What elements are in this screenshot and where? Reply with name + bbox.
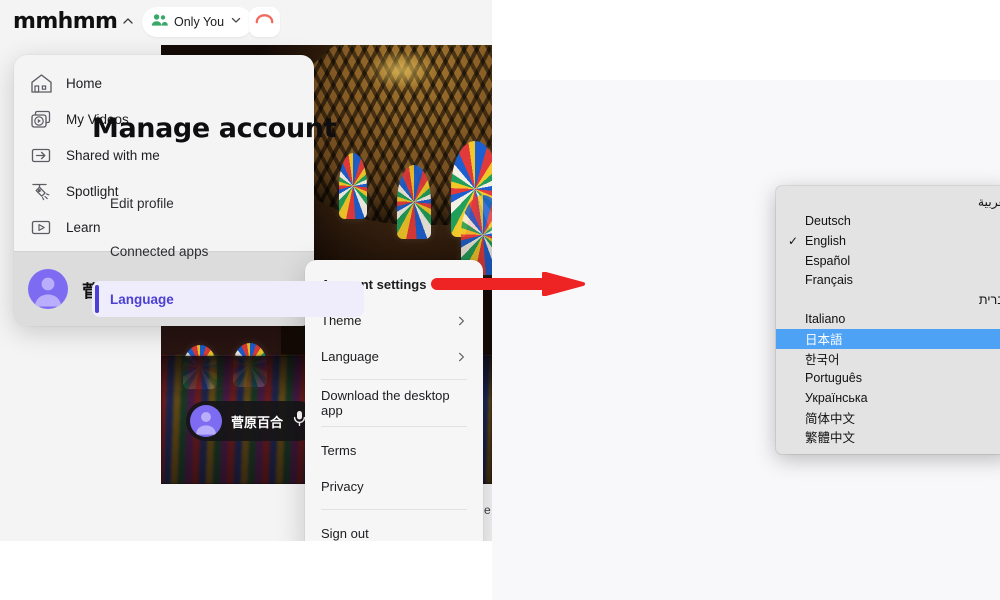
language-option-japanese[interactable]: 日本語 — [776, 329, 1000, 349]
language-option-italian[interactable]: Italiano — [776, 310, 1000, 330]
language-option-label: Español — [805, 253, 851, 268]
audience-label: Only You — [174, 15, 225, 29]
language-option-label: Deutsch — [805, 214, 851, 229]
sidebar-item-home[interactable]: Home — [14, 65, 314, 101]
menu-divider — [321, 379, 467, 380]
account-nav-connected-apps[interactable]: Connected apps — [92, 233, 364, 269]
avatar — [28, 269, 68, 309]
language-option-label: English — [805, 233, 846, 248]
presenter-name: 菅原百合 — [231, 415, 284, 431]
context-item-terms[interactable]: Terms — [305, 432, 483, 468]
spotlight-icon — [28, 178, 54, 204]
language-option-ukrainian[interactable]: Українська — [776, 388, 1000, 408]
context-item-label: Privacy — [321, 478, 364, 494]
account-settings-nav: Edit profile Connected apps Language — [92, 185, 364, 329]
app-top-bar: mmhmm Only You — [0, 0, 492, 45]
checkmark-icon: ✓ — [788, 233, 799, 248]
presenter-name-chip: 菅原百合 — [186, 401, 319, 441]
context-item-label: Language — [321, 348, 379, 364]
partial-cut-text: e — [484, 503, 491, 517]
account-nav-label: Connected apps — [110, 243, 209, 259]
play-box-icon — [28, 214, 54, 240]
language-option-traditional-chinese[interactable]: 繁體中文 — [776, 427, 1000, 447]
language-option-spanish[interactable]: Español — [776, 251, 1000, 271]
audience-selector[interactable]: Only You — [142, 7, 254, 37]
presenter-avatar — [190, 405, 222, 437]
screenshot-root: 菅原百合 mmhmm Only You e Home My Videos Sha… — [0, 0, 1000, 600]
language-option-arabic[interactable]: العربية — [776, 192, 1000, 212]
context-item-label: Terms — [321, 442, 357, 458]
chevron-right-icon — [456, 315, 467, 326]
language-option-label: Português — [805, 371, 862, 386]
context-item-download-desktop-app[interactable]: Download the desktop app — [305, 385, 483, 421]
home-icon — [28, 70, 54, 96]
language-option-label: 한국어 — [805, 353, 840, 368]
chevron-up-icon[interactable] — [121, 14, 135, 28]
account-nav-label: Language — [110, 291, 174, 307]
account-nav-edit-profile[interactable]: Edit profile — [92, 185, 364, 221]
stained-glass-window — [397, 165, 431, 239]
language-option-label: 繁體中文 — [805, 431, 856, 446]
language-option-label: 日本語 — [805, 333, 843, 348]
page-title: Manage account — [92, 113, 337, 144]
hangup-icon — [255, 13, 274, 31]
video-library-icon — [28, 106, 54, 132]
language-option-label: 简体中文 — [805, 411, 856, 426]
language-option-french[interactable]: Français — [776, 270, 1000, 290]
language-option-label: العربية — [977, 195, 1000, 210]
red-arrow-annotation — [431, 271, 586, 297]
context-item-label: Download the desktop app — [321, 388, 450, 418]
language-option-korean[interactable]: 한국어 — [776, 349, 1000, 369]
dome-highlight — [366, 50, 436, 90]
language-option-label: Українська — [805, 390, 868, 405]
account-nav-language[interactable]: Language — [92, 281, 364, 317]
language-option-label: Français — [805, 273, 853, 288]
language-option-label: עברית — [978, 292, 1000, 307]
context-item-sign-out[interactable]: Sign out — [305, 515, 483, 541]
hang-up-button[interactable] — [249, 7, 280, 37]
context-item-privacy[interactable]: Privacy — [305, 468, 483, 504]
language-option-english[interactable]: ✓ English — [776, 231, 1000, 251]
chevron-right-icon — [456, 351, 467, 362]
people-icon — [151, 13, 168, 32]
language-option-portuguese[interactable]: Português — [776, 368, 1000, 388]
panel-header-area — [492, 0, 1000, 80]
account-nav-label: Edit profile — [110, 195, 174, 211]
menu-divider — [321, 509, 467, 510]
language-option-label: Italiano — [805, 312, 846, 327]
mmhmm-logo: mmhmm — [13, 9, 118, 34]
menu-divider — [321, 426, 467, 427]
sidebar-item-label: Home — [66, 75, 103, 91]
language-option-german[interactable]: Deutsch — [776, 212, 1000, 232]
language-dropdown-list[interactable]: العربية Deutsch ✓ English Español França… — [776, 186, 1000, 454]
share-arrow-icon — [28, 142, 54, 168]
context-item-label: Sign out — [321, 525, 369, 541]
language-option-simplified-chinese[interactable]: 简体中文 — [776, 408, 1000, 428]
context-item-language[interactable]: Language — [305, 338, 483, 374]
language-option-hebrew[interactable]: עברית — [776, 290, 1000, 310]
sidebar-item-label: Shared with me — [66, 147, 160, 163]
chevron-down-icon — [230, 13, 242, 31]
